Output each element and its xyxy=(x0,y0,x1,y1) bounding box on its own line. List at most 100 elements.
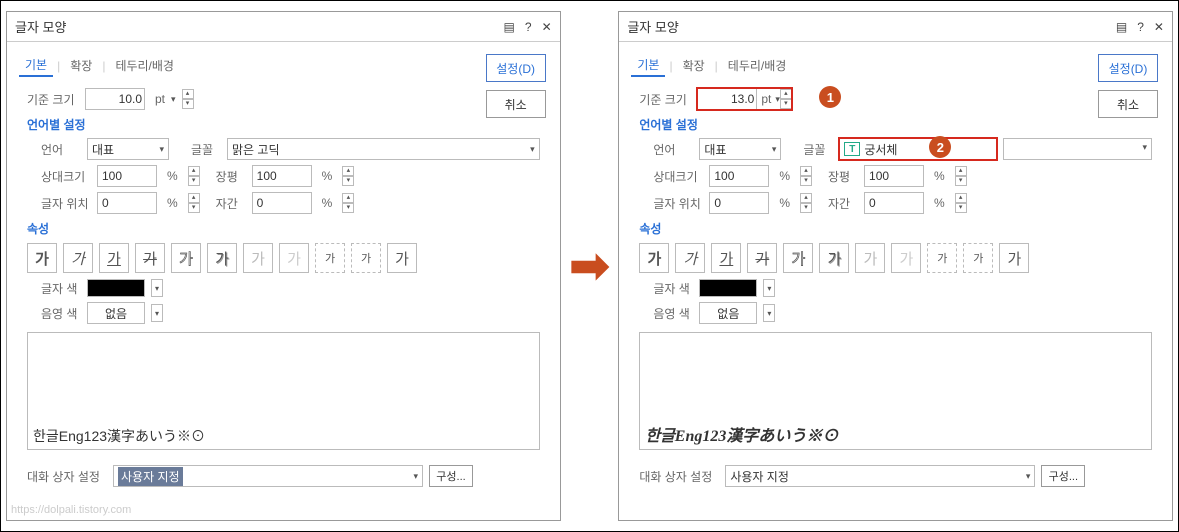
tab-ext[interactable]: 확장 xyxy=(677,55,711,76)
language-dropdown[interactable]: 대표▾ xyxy=(699,138,781,160)
style-italic[interactable]: 가 xyxy=(675,243,705,273)
shade-color-drop[interactable]: ▾ xyxy=(763,304,775,322)
tab-border[interactable]: 테두리/배경 xyxy=(722,55,793,76)
tab-border[interactable]: 테두리/배경 xyxy=(109,55,180,76)
width-label: 장평 xyxy=(216,168,246,185)
style-emboss[interactable]: 가 xyxy=(855,243,885,273)
rel-size-label: 상대크기 xyxy=(41,168,91,185)
pos-spinner[interactable]: ▴▾ xyxy=(800,193,812,213)
spacing-spinner[interactable]: ▴▾ xyxy=(955,193,967,213)
watermark: https://dolpali.tistory.com xyxy=(11,504,131,516)
char-color-drop[interactable]: ▾ xyxy=(763,279,775,297)
style-normal[interactable]: 가 xyxy=(387,243,417,273)
pos-input[interactable]: 0 xyxy=(97,192,157,214)
close-icon[interactable]: ✕ xyxy=(1154,20,1164,34)
style-engrave[interactable]: 가 xyxy=(891,243,921,273)
width-input[interactable]: 100 xyxy=(864,165,924,187)
shade-color-value[interactable]: 없음 xyxy=(87,302,145,324)
width-spinner[interactable]: ▴▾ xyxy=(955,166,967,186)
style-underline[interactable]: 가 xyxy=(99,243,129,273)
help-icon[interactable]: ? xyxy=(525,20,532,34)
style-buttons: 가 가 가 가 가 가 가 가 가 가 가 xyxy=(639,243,1152,273)
tab-basic[interactable]: 기본 xyxy=(19,54,53,77)
apply-button[interactable]: 설정(D) xyxy=(486,54,546,82)
rel-size-input[interactable]: 100 xyxy=(709,165,769,187)
attr-section: 속성 xyxy=(27,220,540,237)
help-icon[interactable]: ? xyxy=(1137,20,1144,34)
style-underline[interactable]: 가 xyxy=(711,243,741,273)
width-label: 장평 xyxy=(828,168,858,185)
style-strike[interactable]: 가 xyxy=(747,243,777,273)
cancel-button[interactable]: 취소 xyxy=(486,90,546,118)
shade-color-label: 음영 색 xyxy=(653,305,693,322)
rel-spinner[interactable]: ▴▾ xyxy=(800,166,812,186)
shade-color-drop[interactable]: ▾ xyxy=(151,304,163,322)
width-input[interactable]: 100 xyxy=(252,165,312,187)
arrow-icon: ➡ xyxy=(566,238,614,294)
style-buttons: 가 가 가 가 가 가 가 가 가 가 가 xyxy=(27,243,540,273)
style-strike[interactable]: 가 xyxy=(135,243,165,273)
language-dropdown[interactable]: 대표▾ xyxy=(87,138,169,160)
style-sub[interactable]: 가 xyxy=(963,243,993,273)
spacing-spinner[interactable]: ▴▾ xyxy=(342,193,354,213)
dlg-config-dropdown[interactable]: 사용자 지정▾ xyxy=(725,465,1035,487)
font-tail[interactable]: ▾ xyxy=(1003,138,1152,160)
lang-section: 언어별 설정 xyxy=(27,116,540,133)
pos-input[interactable]: 0 xyxy=(709,192,769,214)
dialog-title: 글자 모양 xyxy=(627,17,1116,36)
base-size-input[interactable]: 13.0 xyxy=(697,88,757,110)
menu-icon[interactable]: ▤ xyxy=(1116,20,1127,34)
pt-dropdown[interactable]: ▾ xyxy=(171,94,176,105)
style-super[interactable]: 가 xyxy=(927,243,957,273)
tab-basic[interactable]: 기본 xyxy=(631,54,665,77)
tab-bar: 기본 | 확장 | 테두리/배경 xyxy=(7,42,560,83)
char-color-swatch[interactable] xyxy=(87,279,145,297)
char-color-swatch[interactable] xyxy=(699,279,757,297)
style-super[interactable]: 가 xyxy=(315,243,345,273)
dialog-left: 글자 모양 ▤ ? ✕ 설정(D) 취소 기본 | 확장 | 테두리/배경 기준… xyxy=(6,11,561,521)
pos-label: 글자 위치 xyxy=(653,195,703,212)
titlebar: 글자 모양 ▤ ? ✕ xyxy=(619,12,1172,42)
dialog-right: 글자 모양 ▤ ? ✕ 설정(D) 취소 기본 | 확장 | 테두리/배경 기준… xyxy=(618,11,1173,521)
style-outline[interactable]: 가 xyxy=(171,243,201,273)
config-button[interactable]: 구성... xyxy=(1041,465,1085,487)
font-dropdown[interactable]: 맑은 고딕▾ xyxy=(227,138,540,160)
size-spinner[interactable]: ▴▾ xyxy=(182,89,194,109)
spacing-input[interactable]: 0 xyxy=(864,192,924,214)
base-size-input[interactable]: 10.0 xyxy=(85,88,145,110)
style-shadow[interactable]: 가 xyxy=(819,243,849,273)
config-button[interactable]: 구성... xyxy=(429,465,473,487)
titlebar-icons: ▤ ? ✕ xyxy=(504,20,552,34)
style-normal[interactable]: 가 xyxy=(999,243,1029,273)
spacing-label: 자간 xyxy=(828,195,858,212)
style-emboss[interactable]: 가 xyxy=(243,243,273,273)
rel-spinner[interactable]: ▴▾ xyxy=(188,166,200,186)
pos-spinner[interactable]: ▴▾ xyxy=(188,193,200,213)
rel-size-input[interactable]: 100 xyxy=(97,165,157,187)
font-dropdown[interactable]: T 궁서체 xyxy=(839,138,996,160)
tab-bar: 기본 | 확장 | 테두리/배경 xyxy=(619,42,1172,83)
char-color-label: 글자 색 xyxy=(41,280,81,297)
style-bold[interactable]: 가 xyxy=(639,243,669,273)
style-shadow[interactable]: 가 xyxy=(207,243,237,273)
dlg-config-dropdown[interactable]: 사용자 지정▾ xyxy=(113,465,423,487)
shade-color-value[interactable]: 없음 xyxy=(699,302,757,324)
char-color-drop[interactable]: ▾ xyxy=(151,279,163,297)
menu-icon[interactable]: ▤ xyxy=(504,20,515,34)
style-sub[interactable]: 가 xyxy=(351,243,381,273)
font-label: 글꼴 xyxy=(803,141,833,158)
apply-button[interactable]: 설정(D) xyxy=(1098,54,1158,82)
char-color-label: 글자 색 xyxy=(653,280,693,297)
spacing-input[interactable]: 0 xyxy=(252,192,312,214)
style-bold[interactable]: 가 xyxy=(27,243,57,273)
style-italic[interactable]: 가 xyxy=(63,243,93,273)
style-engrave[interactable]: 가 xyxy=(279,243,309,273)
tab-ext[interactable]: 확장 xyxy=(64,55,98,76)
size-spinner[interactable]: ▴▾ xyxy=(780,89,792,109)
language-label: 언어 xyxy=(41,141,81,158)
close-icon[interactable]: ✕ xyxy=(542,20,552,34)
preview-text: 한글Eng123漢字あいう※⊙ xyxy=(33,426,205,446)
style-outline[interactable]: 가 xyxy=(783,243,813,273)
width-spinner[interactable]: ▴▾ xyxy=(342,166,354,186)
preview-box: 한글Eng123漢字あいう※⊙ xyxy=(27,332,540,450)
